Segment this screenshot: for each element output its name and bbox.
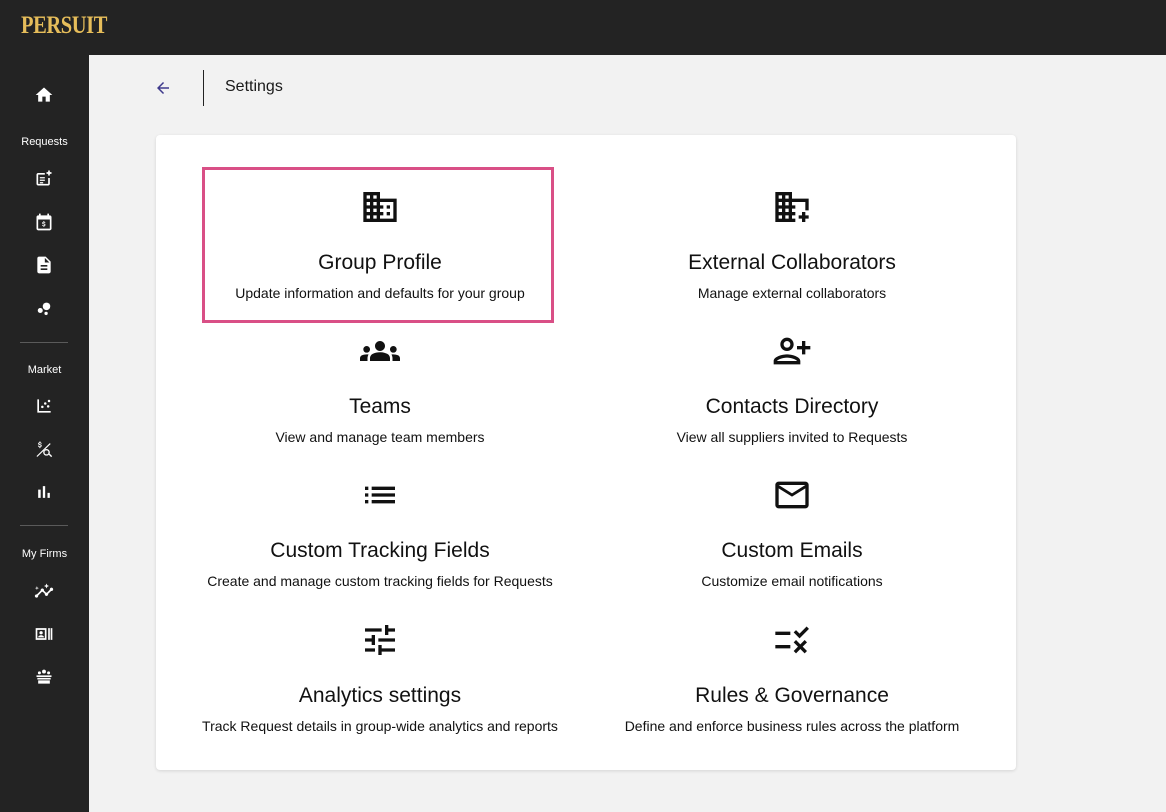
setting-group-profile[interactable]: Group Profile Update information and def…	[180, 167, 580, 311]
setting-analytics-settings[interactable]: Analytics settings Track Request details…	[180, 600, 580, 744]
setting-title: Analytics settings	[298, 684, 462, 707]
setting-description: View all suppliers invited to Requests	[676, 429, 908, 445]
setting-title: Group Profile	[318, 251, 442, 274]
firm-groups-icon[interactable]	[30, 663, 58, 691]
sidebar-section-market: Market	[27, 364, 62, 376]
breadcrumb-divider	[203, 70, 204, 106]
setting-description: View and manage team members	[275, 429, 485, 445]
setting-description: Update information and defaults for your…	[235, 285, 525, 301]
new-request-icon[interactable]	[30, 164, 58, 192]
settings-card: Group Profile Update information and def…	[156, 135, 1016, 770]
persuit-logo[interactable]: PERSUIT	[21, 12, 107, 40]
setting-description: Customize email notifications	[701, 573, 883, 589]
setting-title: Custom Tracking Fields	[270, 539, 490, 562]
setting-description: Define and enforce business rules across…	[624, 718, 960, 734]
setting-title: Custom Emails	[721, 539, 863, 562]
document-icon[interactable]	[30, 251, 58, 279]
top-bar: PERSUIT	[0, 0, 1166, 55]
setting-rules-governance[interactable]: Rules & Governance Define and enforce bu…	[592, 600, 992, 744]
groups-icon	[180, 331, 580, 371]
home-icon[interactable]	[30, 81, 58, 109]
sidebar-divider	[20, 342, 68, 343]
setting-description: Create and manage custom tracking fields…	[207, 573, 553, 589]
setting-contacts-directory[interactable]: Contacts Directory View all suppliers in…	[592, 311, 992, 455]
bar-chart-icon[interactable]	[30, 478, 58, 506]
setting-description: Track Request details in group-wide anal…	[202, 718, 558, 734]
page-title: Settings	[225, 78, 283, 95]
back-arrow-icon[interactable]	[150, 75, 176, 101]
billing-calendar-icon[interactable]	[30, 208, 58, 236]
rule-icon	[592, 620, 992, 660]
mail-icon	[592, 475, 992, 515]
scatter-plot-icon[interactable]	[30, 392, 58, 420]
breadcrumb: Settings	[89, 55, 1166, 120]
setting-title: Rules & Governance	[695, 684, 889, 707]
bubbles-icon[interactable]	[30, 294, 58, 322]
setting-title: Contacts Directory	[705, 395, 879, 418]
setting-description: Manage external collaborators	[697, 285, 887, 301]
person-add-icon	[592, 331, 992, 371]
insights-icon[interactable]	[30, 577, 58, 605]
contact-card-icon[interactable]	[30, 620, 58, 648]
setting-title: Teams	[349, 395, 411, 418]
setting-teams[interactable]: Teams View and manage team members	[180, 311, 580, 455]
sidebar-section-my-firms: My Firms	[21, 548, 68, 560]
price-search-icon[interactable]	[30, 435, 58, 463]
setting-custom-emails[interactable]: Custom Emails Customize email notificati…	[592, 455, 992, 599]
business-icon	[180, 187, 580, 227]
setting-title: External Collaborators	[688, 251, 896, 274]
list-icon	[180, 475, 580, 515]
add-business-icon	[592, 187, 992, 227]
setting-external-collaborators[interactable]: External Collaborators Manage external c…	[592, 167, 992, 311]
sidebar: Requests Market My Firms	[0, 55, 89, 812]
sidebar-divider	[20, 525, 68, 526]
tune-icon	[180, 620, 580, 660]
sidebar-section-requests: Requests	[21, 136, 68, 148]
setting-custom-tracking-fields[interactable]: Custom Tracking Fields Create and manage…	[180, 455, 580, 599]
